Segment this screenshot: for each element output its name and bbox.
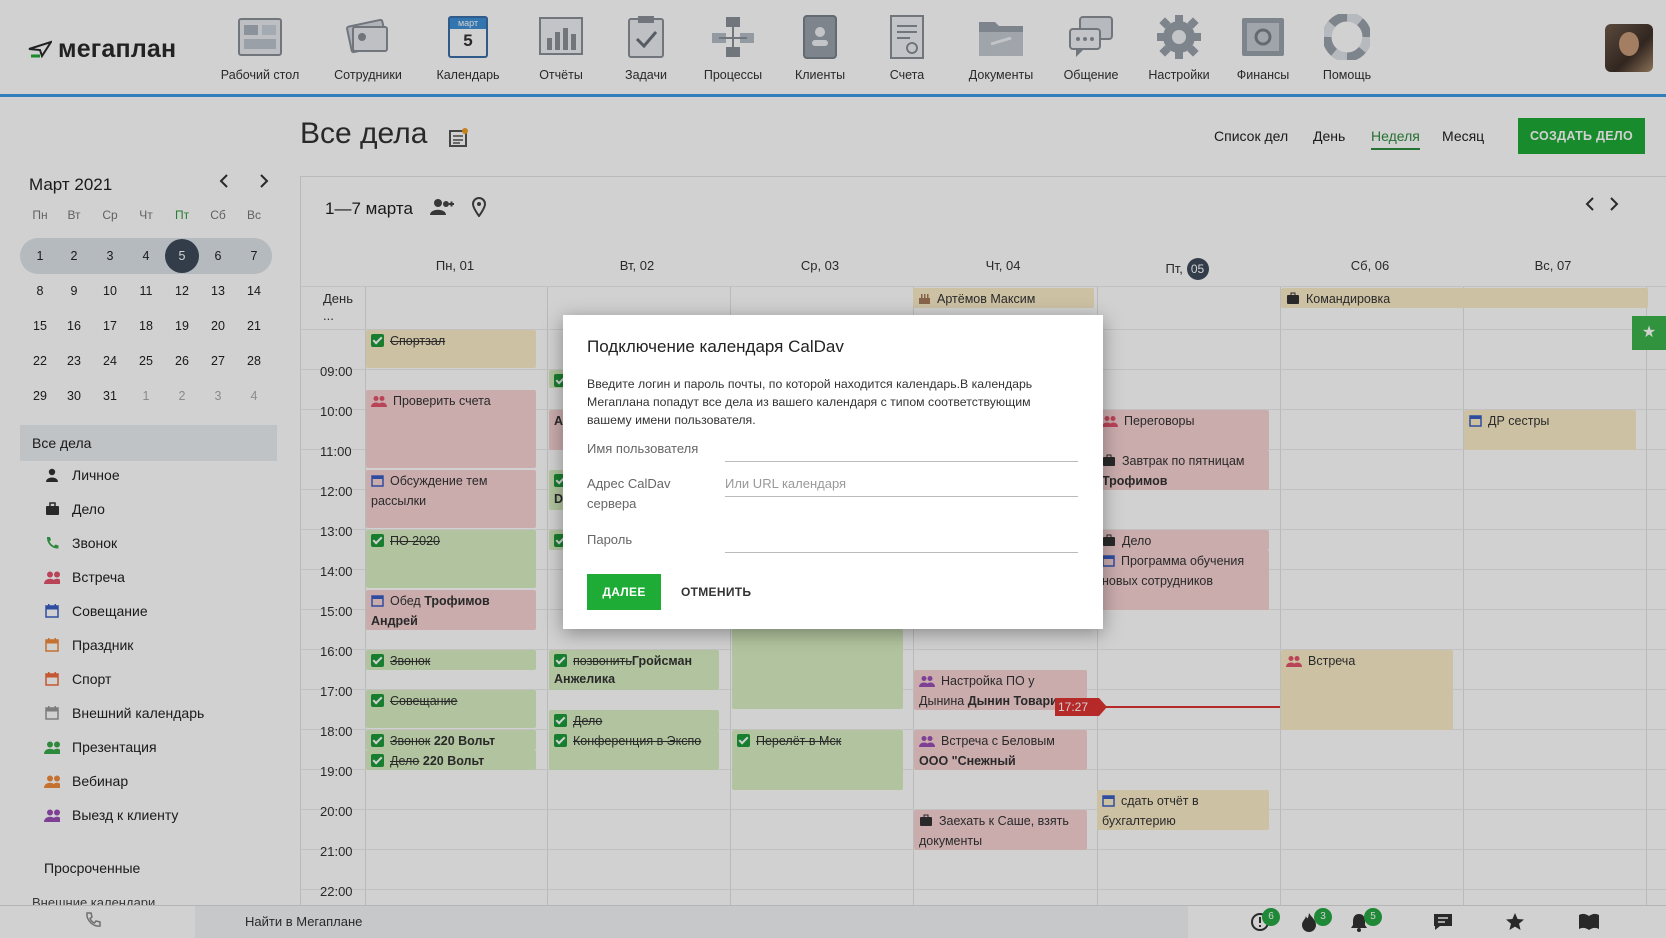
server-url-input[interactable]: [725, 471, 1078, 497]
dialog-title: Подключение календаря CalDav: [587, 337, 844, 356]
username-input[interactable]: [725, 436, 1078, 462]
cancel-button[interactable]: ОТМЕНИТЬ: [673, 574, 759, 610]
caldav-dialog: Подключение календаря CalDav Введите лог…: [563, 315, 1103, 629]
username-label: Имя пользователя: [587, 441, 699, 456]
password-input[interactable]: [725, 527, 1078, 553]
server-label: Адрес CalDav сервера: [587, 476, 671, 511]
next-button[interactable]: ДАЛЕЕ: [587, 574, 661, 610]
password-label: Пароль: [587, 532, 633, 547]
dialog-description: Введите логин и пароль почты, по которой…: [587, 377, 1033, 427]
